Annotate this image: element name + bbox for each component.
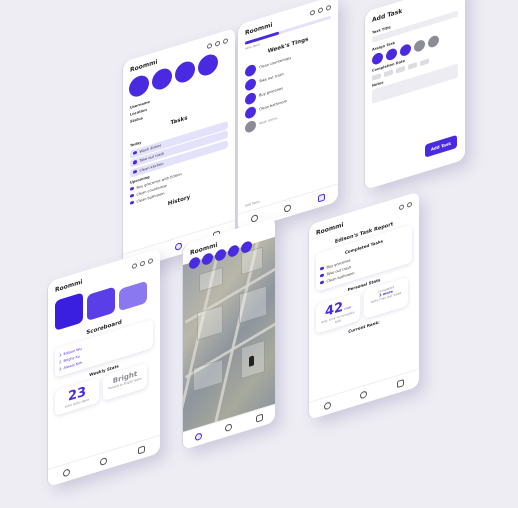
profile-icon[interactable] xyxy=(399,203,404,211)
menu-icon[interactable] xyxy=(310,9,315,16)
check-icon[interactable] xyxy=(323,401,331,411)
calendar-icon[interactable] xyxy=(137,445,145,455)
check-icon[interactable] xyxy=(63,468,71,478)
phone-report: Roommi Edison's Task Report Completed Ta… xyxy=(309,191,419,420)
calendar-icon[interactable] xyxy=(256,413,264,423)
brand-logo: Roommi xyxy=(316,221,344,237)
home-icon[interactable] xyxy=(284,203,292,213)
check-icon[interactable] xyxy=(194,432,202,442)
settings-icon[interactable] xyxy=(407,201,412,209)
settings-icon[interactable] xyxy=(148,257,153,265)
member-avatar[interactable] xyxy=(215,247,226,263)
phone-add-task: Add Task Task Title Assign Task Completi… xyxy=(365,0,465,191)
calendar-icon[interactable] xyxy=(317,193,325,203)
member-avatar[interactable] xyxy=(202,251,213,267)
home-icon[interactable] xyxy=(100,456,108,466)
today-label: Today xyxy=(130,139,142,148)
info-key: Status xyxy=(130,115,143,124)
phone-scoreboard: Roommi Scoreboard 1. Edison Wu 2. Bright… xyxy=(48,247,160,487)
home-icon[interactable] xyxy=(360,390,368,400)
profile-icon[interactable] xyxy=(140,260,145,267)
score-box-second[interactable] xyxy=(87,286,115,322)
profile-icon[interactable] xyxy=(215,40,220,47)
phone-map: Roommi xyxy=(183,216,275,450)
member-avatar[interactable] xyxy=(228,243,239,259)
person-marker-icon[interactable] xyxy=(249,355,254,367)
menu-icon[interactable] xyxy=(207,42,212,50)
score-box-third[interactable] xyxy=(119,280,147,312)
member-avatar[interactable] xyxy=(241,239,252,255)
calendar-icon[interactable] xyxy=(397,378,405,389)
add-tasks-link[interactable]: Add Tasks xyxy=(245,199,260,208)
week-list: Clean countertops Take out trash Buy gro… xyxy=(238,36,338,137)
profile-icon[interactable] xyxy=(445,0,450,1)
member-avatar[interactable] xyxy=(189,255,200,271)
add-task-button[interactable]: Add Task xyxy=(424,134,457,158)
mockup-stage: Roommi Username Location Status Tasks To… xyxy=(0,0,518,508)
settings-icon[interactable] xyxy=(223,37,228,45)
profile-icon[interactable] xyxy=(318,7,323,14)
home-icon[interactable] xyxy=(225,422,233,433)
score-box-first[interactable] xyxy=(55,292,83,331)
phone-week: Roommi 40% done Week's Tings Clean count… xyxy=(238,0,338,233)
bottom-nav xyxy=(48,434,160,487)
bottom-nav xyxy=(309,368,419,420)
menu-icon[interactable] xyxy=(132,262,137,270)
home-icon[interactable] xyxy=(175,241,183,251)
settings-icon[interactable] xyxy=(326,4,331,12)
